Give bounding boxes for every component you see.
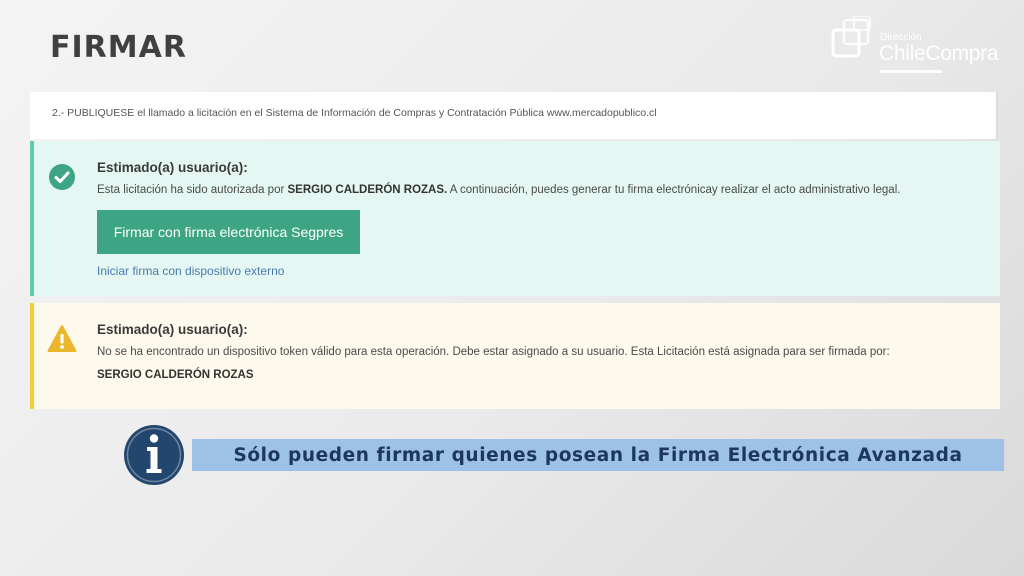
warning-triangle-icon [47,325,77,352]
slide-title: FIRMAR [50,30,187,65]
info-banner: Sólo pueden firmar quienes posean la Fir… [192,439,1004,471]
warning-message: No se ha encontrado un dispositivo token… [97,346,890,358]
success-message-prefix: Esta licitación ha sido autorizada por [97,184,288,196]
logo-mark-icon [831,16,871,58]
document-text-panel: 2.- PUBLIQUESE el llamado a licitación e… [30,92,998,139]
info-banner-text: Sólo pueden firmar quienes posean la Fir… [233,444,963,466]
sign-segpres-button[interactable]: Firmar con firma electrónica Segpres [97,210,360,254]
assigned-signer-name: SERGIO CALDERÓN ROZAS [97,369,254,381]
warning-alert: Estimado(a) usuario(a): No se ha encontr… [30,303,1000,409]
chilecompra-logo: Dirección ChileCompra [830,14,1000,76]
check-circle-icon [49,164,75,190]
success-heading: Estimado(a) usuario(a): [97,160,248,175]
document-text: 2.- PUBLIQUESE el llamado a licitación e… [52,107,657,119]
success-alert: Estimado(a) usuario(a): Esta licitación … [30,141,1000,296]
info-icon [124,425,184,485]
logo-underline [880,70,942,73]
logo-brand-text: ChileCompra [879,42,999,65]
external-device-link[interactable]: Iniciar firma con dispositivo externo [97,264,284,278]
success-message-suffix: A continuación, puedes generar tu firma … [447,184,901,196]
authorized-by-name: SERGIO CALDERÓN ROZAS. [287,184,448,196]
success-message: Esta licitación ha sido autorizada por S… [97,184,900,196]
warning-heading: Estimado(a) usuario(a): [97,322,248,337]
